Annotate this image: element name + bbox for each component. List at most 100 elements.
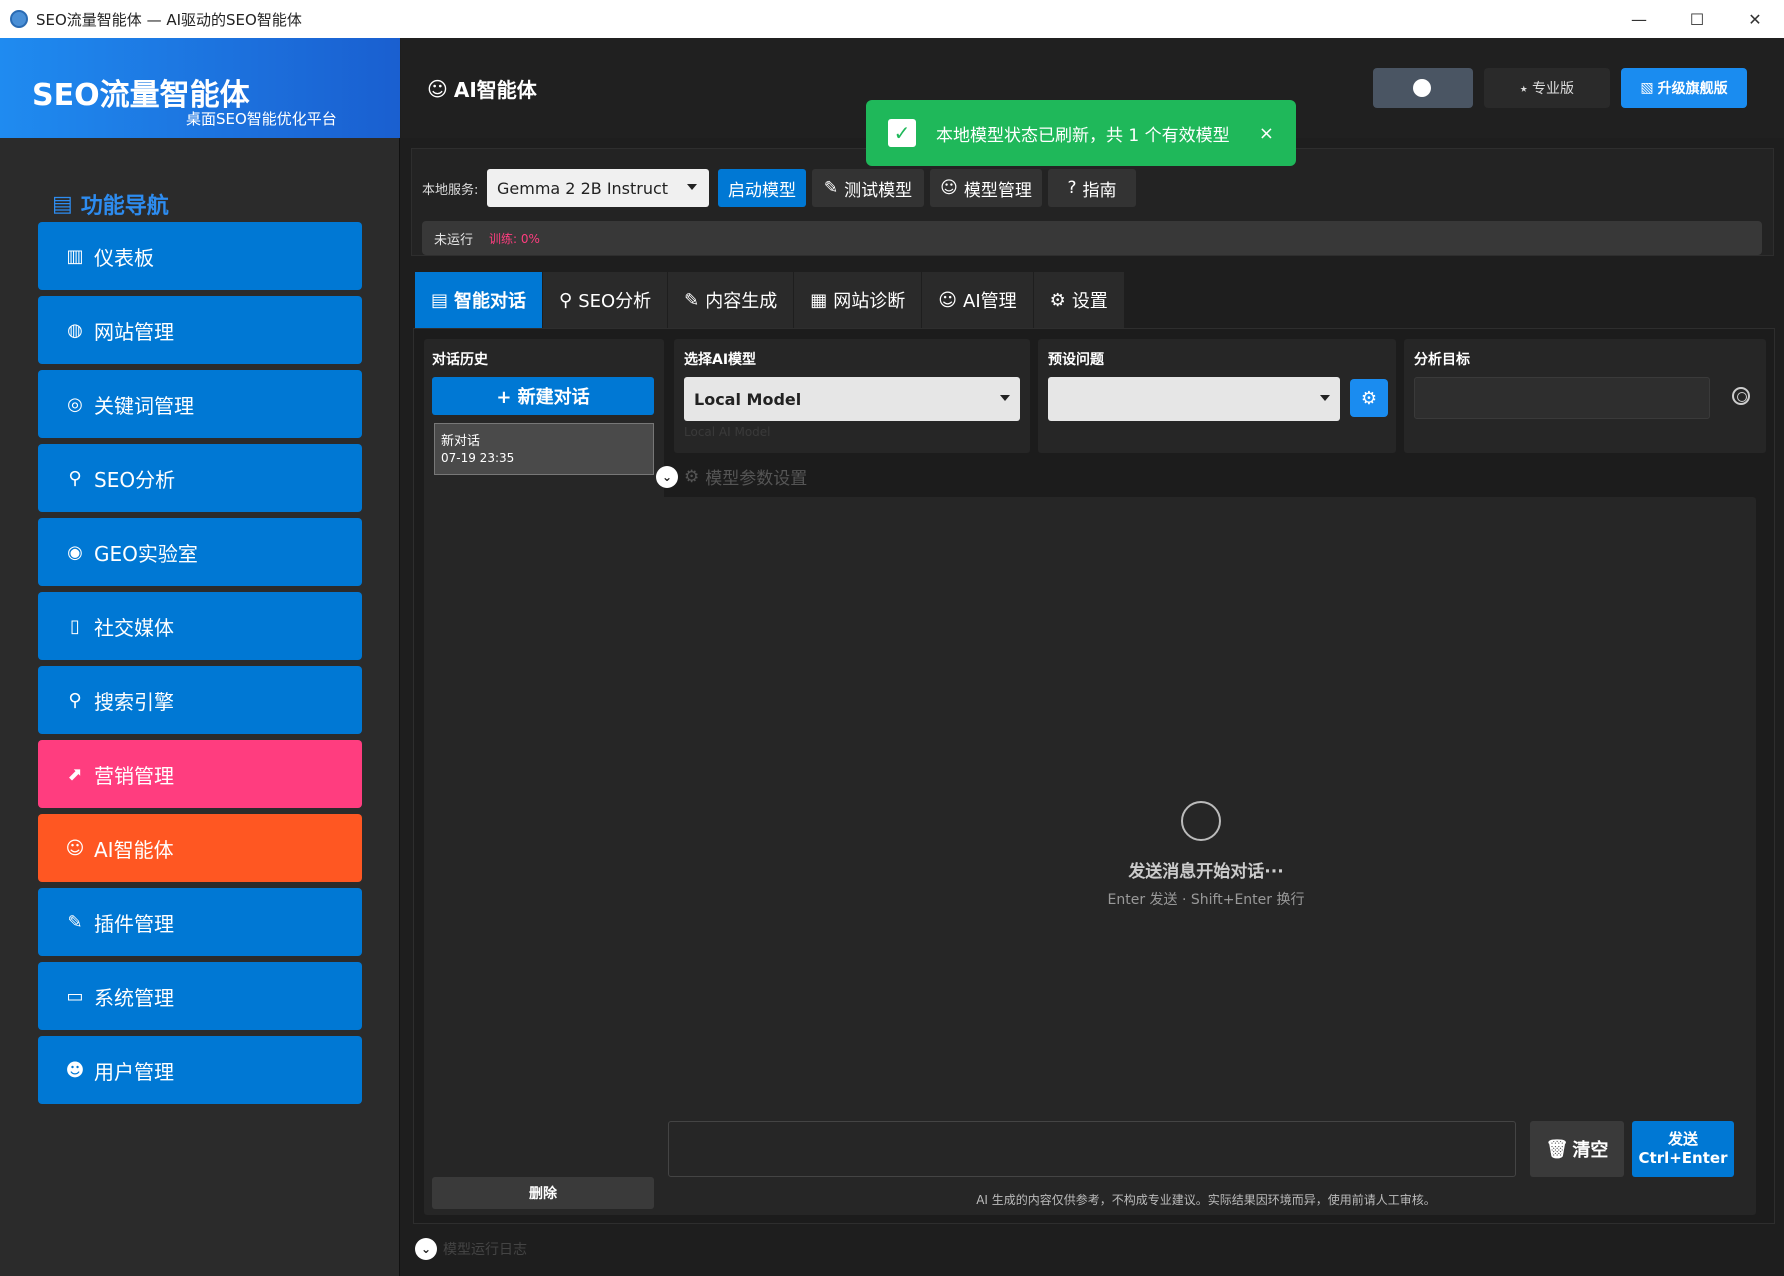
- preset-label: 预设问题: [1048, 352, 1104, 368]
- sidebar-item-search-engine[interactable]: ⚲ 搜索引擎: [38, 666, 362, 734]
- new-chat-button[interactable]: + 新建对话: [432, 377, 654, 415]
- search-icon: ⚲: [559, 289, 573, 311]
- message-input[interactable]: [668, 1121, 1516, 1177]
- robot-icon: ☺: [940, 178, 958, 198]
- target-panel: 分析目标: [1404, 339, 1766, 453]
- check-icon: ✓: [888, 119, 916, 147]
- model-log-label: 模型运行日志: [443, 1242, 527, 1258]
- upgrade-button[interactable]: ▧ 升级旗舰版: [1621, 68, 1747, 108]
- chevron-down-icon: [687, 184, 697, 190]
- ai-model-select[interactable]: Local Model: [684, 377, 1020, 421]
- tab-label: SEO分析: [578, 291, 652, 312]
- sidebar-item-marketing[interactable]: ⬈ 营销管理: [38, 740, 362, 808]
- ai-disclaimer: AI 生成的内容仅供参考，不构成专业建议。实际结果因环境而异，使用前请人工审核。: [976, 1193, 1436, 1207]
- toast-close-button[interactable]: ×: [1259, 123, 1274, 144]
- empty-state-icon: [1181, 801, 1221, 841]
- sidebar-item-label: SEO分析: [94, 467, 176, 492]
- clear-button[interactable]: 🗑 清空: [1530, 1121, 1624, 1177]
- main-area: ☺ AI智能体 ⭑ 专业版 ▧ 升级旗舰版 本地服务: Gemma 2 2B I…: [401, 38, 1784, 1276]
- tab-site-diagnosis[interactable]: ▦ 网站诊断: [794, 272, 923, 328]
- chat-icon: ▤: [431, 289, 449, 311]
- model-params-toggle[interactable]: ⌄ ⚙ 模型参数设置: [656, 464, 807, 489]
- tab-chat[interactable]: ▤ 智能对话: [415, 272, 544, 328]
- gear-icon: ⚙: [1360, 387, 1378, 409]
- tab-label: 内容生成: [705, 291, 778, 312]
- preset-select[interactable]: [1048, 377, 1340, 421]
- app-icon: [10, 10, 28, 28]
- theme-toggle[interactable]: [1373, 68, 1473, 108]
- preset-settings-button[interactable]: ⚙: [1350, 379, 1388, 417]
- history-item-time: 07-19 23:35: [441, 451, 515, 465]
- tab-ai-manage[interactable]: ☺ AI管理: [922, 272, 1034, 328]
- delete-button[interactable]: 删除: [432, 1177, 654, 1209]
- gear-icon: ⚙: [684, 466, 700, 487]
- sidebar-item-sites[interactable]: ◍ 网站管理: [38, 296, 362, 364]
- history-panel: 对话历史 + 新建对话 新对话 07-19 23:35 删除: [424, 339, 664, 1215]
- gear-icon: ⚙: [1049, 289, 1066, 311]
- test-model-button[interactable]: ✎ 测试模型: [812, 169, 924, 207]
- clipboard-icon: ▤: [52, 191, 73, 217]
- dashboard-icon: ▥: [66, 245, 84, 267]
- history-item[interactable]: 新对话 07-19 23:35: [434, 423, 654, 475]
- tab-label: 网站诊断: [833, 291, 906, 312]
- target-icon[interactable]: [1732, 387, 1750, 405]
- guide-button[interactable]: ? 指南: [1048, 169, 1136, 207]
- page-title-label: AI智能体: [453, 78, 537, 102]
- model-log-toggle[interactable]: ⌄ 模型运行日志: [415, 1238, 527, 1260]
- model-params-label: 模型参数设置: [705, 469, 808, 489]
- start-model-button[interactable]: 启动模型: [718, 169, 806, 207]
- sidebar-item-label: 搜索引擎: [94, 689, 174, 714]
- test-model-label: 测试模型: [844, 180, 913, 201]
- building-icon: ▦: [810, 289, 828, 311]
- local-model-select[interactable]: Gemma 2 2B Instruct: [487, 169, 709, 207]
- image-icon: ▧: [1640, 80, 1654, 96]
- minimize-button[interactable]: —: [1610, 0, 1668, 38]
- model-manage-button[interactable]: ☺ 模型管理: [930, 169, 1042, 207]
- target-label: 分析目标: [1414, 352, 1470, 368]
- nav-title: ▤ 功能导航: [52, 188, 169, 220]
- model-panel: 选择AI模型 Local Model Local AI Model: [674, 339, 1030, 453]
- model-manage-label: 模型管理: [963, 180, 1032, 201]
- sidebar-item-geo-lab[interactable]: ◉ GEO实验室: [38, 518, 362, 586]
- sidebar-item-system[interactable]: ▭ 系统管理: [38, 962, 362, 1030]
- sidebar-item-ai-agent[interactable]: ☺ AI智能体: [38, 814, 362, 882]
- user-icon: ☻: [65, 1059, 85, 1081]
- sidebar-item-seo-analysis[interactable]: ⚲ SEO分析: [38, 444, 362, 512]
- model-label: 选择AI模型: [684, 352, 757, 368]
- local-model-value: Gemma 2 2B Instruct: [497, 178, 669, 198]
- chat-area: 发送消息开始对话··· Enter 发送 · Shift+Enter 换行 🗑 …: [656, 497, 1756, 1215]
- sidebar-item-keywords[interactable]: ◎ 关键词管理: [38, 370, 362, 438]
- preset-panel: 预设问题 ⚙: [1038, 339, 1396, 453]
- guide-label: 指南: [1082, 180, 1117, 201]
- earth-icon: ◉: [67, 541, 83, 563]
- send-button[interactable]: 发送 Ctrl+Enter: [1632, 1121, 1734, 1177]
- chevron-down-icon: ⌄: [415, 1238, 437, 1260]
- chart-icon: ⬈: [67, 763, 83, 785]
- maximize-button[interactable]: ☐: [1668, 0, 1726, 38]
- globe-icon: ◍: [67, 319, 83, 341]
- sidebar-item-label: GEO实验室: [94, 541, 198, 566]
- trash-icon: 🗑: [1545, 1138, 1569, 1160]
- tab-settings[interactable]: ⚙ 设置: [1033, 272, 1125, 328]
- sidebar-item-label: 社交媒体: [94, 615, 174, 640]
- sidebar-item-social[interactable]: ▯ 社交媒体: [38, 592, 362, 660]
- sidebar-item-plugins[interactable]: ✎ 插件管理: [38, 888, 362, 956]
- sidebar-item-users[interactable]: ☻ 用户管理: [38, 1036, 362, 1104]
- sidebar-item-dashboard[interactable]: ▥ 仪表板: [38, 222, 362, 290]
- chevron-down-icon: ⌄: [656, 465, 678, 488]
- plugin-icon: ✎: [67, 911, 83, 933]
- brush-icon: ✎: [823, 178, 839, 198]
- close-button[interactable]: ✕: [1726, 0, 1784, 38]
- help-icon: ?: [1067, 178, 1077, 198]
- run-status: 未运行: [434, 232, 474, 248]
- window-title: SEO流量智能体 — AI驱动的SEO智能体: [36, 10, 302, 29]
- tab-seo-analysis[interactable]: ⚲ SEO分析: [543, 272, 669, 328]
- upgrade-button-label: 升级旗舰版: [1657, 81, 1728, 97]
- model-subtitle: Local AI Model: [684, 425, 771, 439]
- sidebar-item-label: 用户管理: [94, 1059, 174, 1084]
- tab-content-gen[interactable]: ✎ 内容生成: [668, 272, 795, 328]
- nav-title-label: 功能导航: [80, 194, 169, 219]
- analysis-target-input[interactable]: [1414, 377, 1710, 419]
- sidebar-item-label: AI智能体: [94, 837, 174, 862]
- chevron-down-icon: [1000, 395, 1010, 401]
